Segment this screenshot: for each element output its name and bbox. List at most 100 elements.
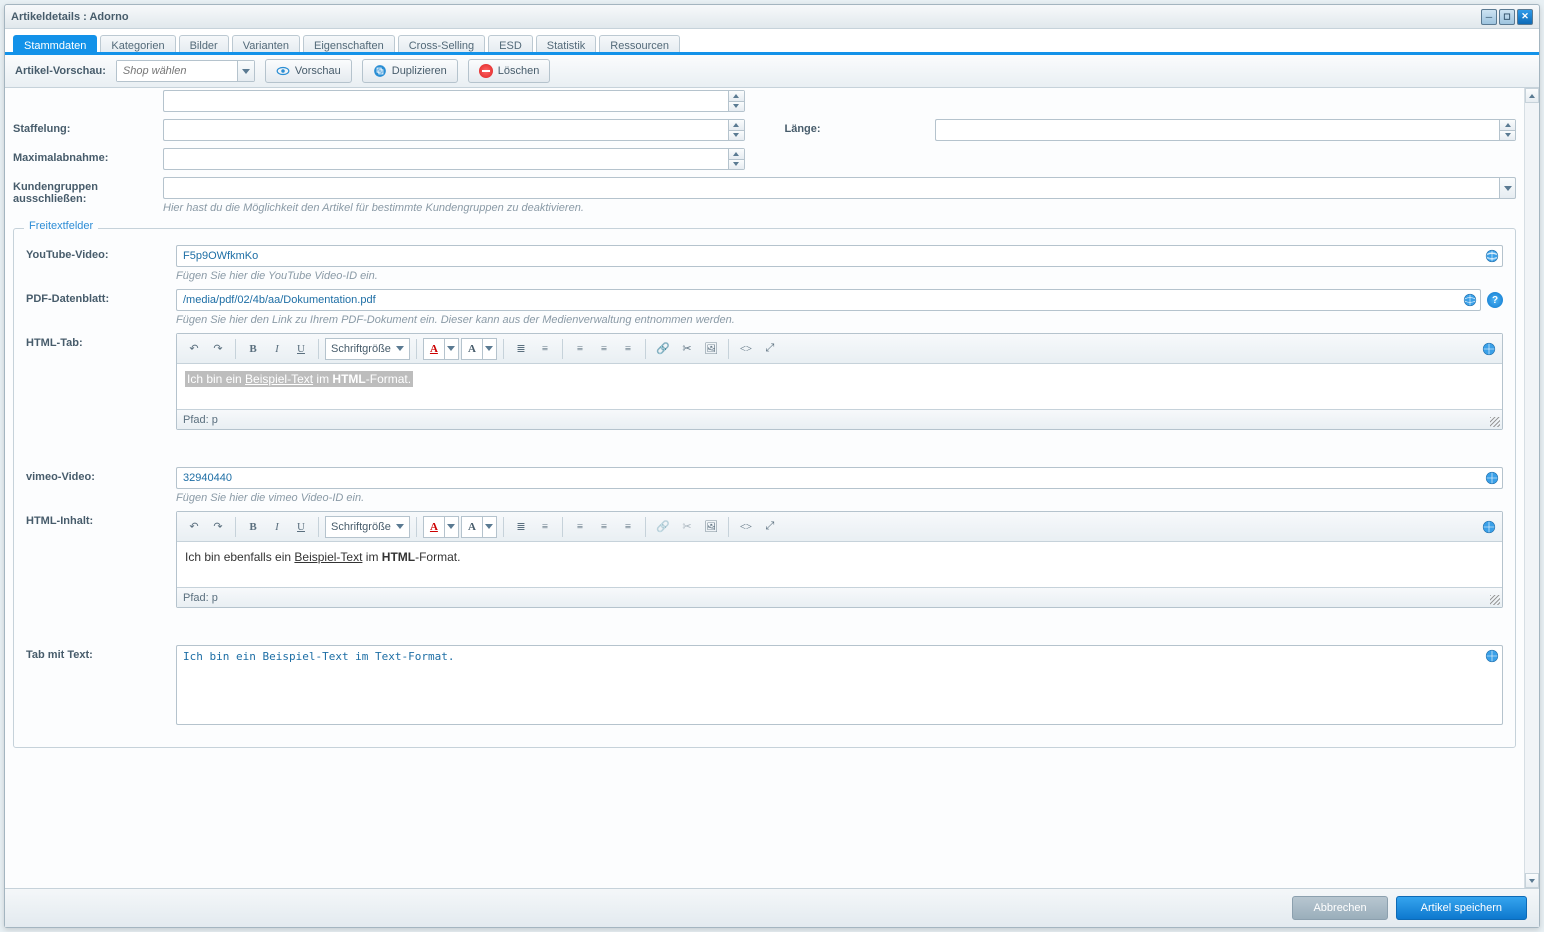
ul-button[interactable]: ≣ — [510, 516, 532, 538]
kundengruppen-label: Kundengruppen ausschließen: — [13, 177, 163, 205]
spin-down[interactable] — [729, 102, 744, 112]
resize-handle[interactable] — [1490, 595, 1500, 605]
source-button[interactable]: <> — [735, 516, 757, 538]
align-center-button[interactable]: ≡ — [593, 338, 615, 360]
tab-stammdaten[interactable]: Stammdaten — [13, 35, 97, 52]
globe-icon[interactable] — [1485, 471, 1499, 485]
bg-color-button[interactable]: A — [461, 516, 497, 538]
editor-toolbar: ↶ ↷ B I U Schriftgröße A A — [177, 512, 1502, 542]
underline-button[interactable]: U — [290, 516, 312, 538]
editor-content[interactable]: Ich bin ebenfalls ein Beispiel-Text im H… — [177, 542, 1502, 587]
italic-button[interactable]: I — [266, 338, 288, 360]
image-button[interactable]: 🖼 — [700, 516, 722, 538]
editor-toolbar: ↶ ↷ B I U Schriftgröße A A — [177, 334, 1502, 364]
underline-button[interactable]: U — [290, 338, 312, 360]
align-right-button[interactable]: ≡ — [617, 516, 639, 538]
fontsize-select[interactable]: Schriftgröße — [325, 338, 410, 360]
text-color-button[interactable]: A — [423, 516, 459, 538]
kundengruppen-select[interactable] — [163, 177, 1516, 199]
window-title: Artikeldetails : Adorno — [11, 11, 129, 23]
vimeo-hint: Fügen Sie hier die vimeo Video-ID ein. — [176, 492, 1503, 504]
vimeo-input[interactable] — [176, 467, 1503, 489]
spin-up[interactable] — [729, 91, 744, 102]
htmlinhalt-editor: ↶ ↷ B I U Schriftgröße A A — [176, 511, 1503, 608]
shop-select-trigger[interactable] — [237, 61, 254, 81]
unlink-button[interactable]: ✂ — [676, 338, 698, 360]
mindestabnahme-spinner[interactable] — [163, 90, 745, 112]
resize-handle[interactable] — [1490, 417, 1500, 427]
unlink-button[interactable]: ✂ — [676, 516, 698, 538]
globe-icon[interactable] — [1482, 520, 1496, 534]
ol-button[interactable]: ≡ — [534, 338, 556, 360]
align-right-button[interactable]: ≡ — [617, 338, 639, 360]
fullscreen-button[interactable]: ⤢ — [759, 516, 781, 538]
tab-cross-selling[interactable]: Cross-Selling — [398, 35, 485, 52]
globe-icon[interactable] — [1485, 649, 1499, 663]
ol-button[interactable]: ≡ — [534, 516, 556, 538]
tab-statistik[interactable]: Statistik — [536, 35, 597, 52]
tab-esd[interactable]: ESD — [488, 35, 533, 52]
align-center-button[interactable]: ≡ — [593, 516, 615, 538]
tab-ressourcen[interactable]: Ressourcen — [599, 35, 680, 52]
editor-content[interactable]: Ich bin ein Beispiel-Text im HTML-Format… — [177, 364, 1502, 409]
staffelung-label: Staffelung: — [13, 119, 163, 135]
globe-icon[interactable] — [1482, 342, 1496, 356]
globe-icon[interactable] — [1485, 249, 1499, 263]
body: x Staffelung: Maximalabnahme: — [5, 88, 1539, 927]
scroll-down-button[interactable] — [1525, 873, 1539, 888]
redo-button[interactable]: ↷ — [207, 338, 229, 360]
htmlinhalt-label: HTML-Inhalt: — [26, 511, 176, 527]
align-left-button[interactable]: ≡ — [569, 516, 591, 538]
undo-button[interactable]: ↶ — [183, 338, 205, 360]
text-color-button[interactable]: A — [423, 338, 459, 360]
freitextfelder-legend: Freitextfelder — [24, 220, 98, 232]
globe-icon[interactable] — [1463, 293, 1477, 307]
youtube-label: YouTube-Video: — [26, 245, 176, 261]
titlebar[interactable]: Artikeldetails : Adorno ─ ◻ ✕ — [5, 5, 1539, 29]
tab-kategorien[interactable]: Kategorien — [100, 35, 175, 52]
freitextfelder-fieldset: Freitextfelder YouTube-Video: Fügen Sie … — [13, 228, 1516, 748]
redo-button[interactable]: ↷ — [207, 516, 229, 538]
vertical-scrollbar[interactable] — [1524, 88, 1539, 888]
bold-button[interactable]: B — [242, 516, 264, 538]
staffelung-spinner[interactable] — [163, 119, 745, 141]
laenge-spinner[interactable] — [935, 119, 1517, 141]
duplicate-button[interactable]: Duplizieren — [362, 59, 458, 83]
shop-select[interactable] — [116, 60, 255, 82]
tab-bar: Stammdaten Kategorien Bilder Varianten E… — [5, 29, 1539, 55]
pdf-input[interactable] — [176, 289, 1481, 311]
preview-button[interactable]: Vorschau — [265, 59, 352, 83]
delete-button[interactable]: Löschen — [468, 59, 551, 83]
fontsize-select[interactable]: Schriftgröße — [325, 516, 410, 538]
minimize-button[interactable]: ─ — [1481, 9, 1497, 25]
tab-bilder[interactable]: Bilder — [179, 35, 229, 52]
scroll-up-button[interactable] — [1525, 88, 1539, 103]
italic-button[interactable]: I — [266, 516, 288, 538]
tabtext-label: Tab mit Text: — [26, 645, 176, 661]
tab-varianten[interactable]: Varianten — [232, 35, 300, 52]
save-button[interactable]: Artikel speichern — [1396, 896, 1527, 920]
align-left-button[interactable]: ≡ — [569, 338, 591, 360]
source-button[interactable]: <> — [735, 338, 757, 360]
bg-color-button[interactable]: A — [461, 338, 497, 360]
shop-select-input[interactable] — [117, 61, 237, 81]
cancel-button[interactable]: Abbrechen — [1292, 896, 1387, 920]
bold-button[interactable]: B — [242, 338, 264, 360]
image-button[interactable]: 🖼 — [700, 338, 722, 360]
maximize-button[interactable]: ◻ — [1499, 9, 1515, 25]
maximalabnahme-spinner[interactable] — [163, 148, 745, 170]
scroll-area[interactable]: x Staffelung: Maximalabnahme: — [5, 88, 1524, 888]
footer: Abbrechen Artikel speichern — [5, 888, 1539, 927]
vimeo-label: vimeo-Video: — [26, 467, 176, 483]
undo-button[interactable]: ↶ — [183, 516, 205, 538]
link-button[interactable]: 🔗 — [652, 516, 674, 538]
tab-eigenschaften[interactable]: Eigenschaften — [303, 35, 395, 52]
tabtext-textarea[interactable]: Ich bin ein Beispiel-Text im Text-Format… — [176, 645, 1503, 725]
youtube-input[interactable] — [176, 245, 1503, 267]
close-button[interactable]: ✕ — [1517, 9, 1533, 25]
fullscreen-button[interactable]: ⤢ — [759, 338, 781, 360]
help-icon[interactable]: ? — [1487, 292, 1503, 308]
link-button[interactable]: 🔗 — [652, 338, 674, 360]
pdf-hint: Fügen Sie hier den Link zu Ihrem PDF-Dok… — [176, 314, 1503, 326]
ul-button[interactable]: ≣ — [510, 338, 532, 360]
